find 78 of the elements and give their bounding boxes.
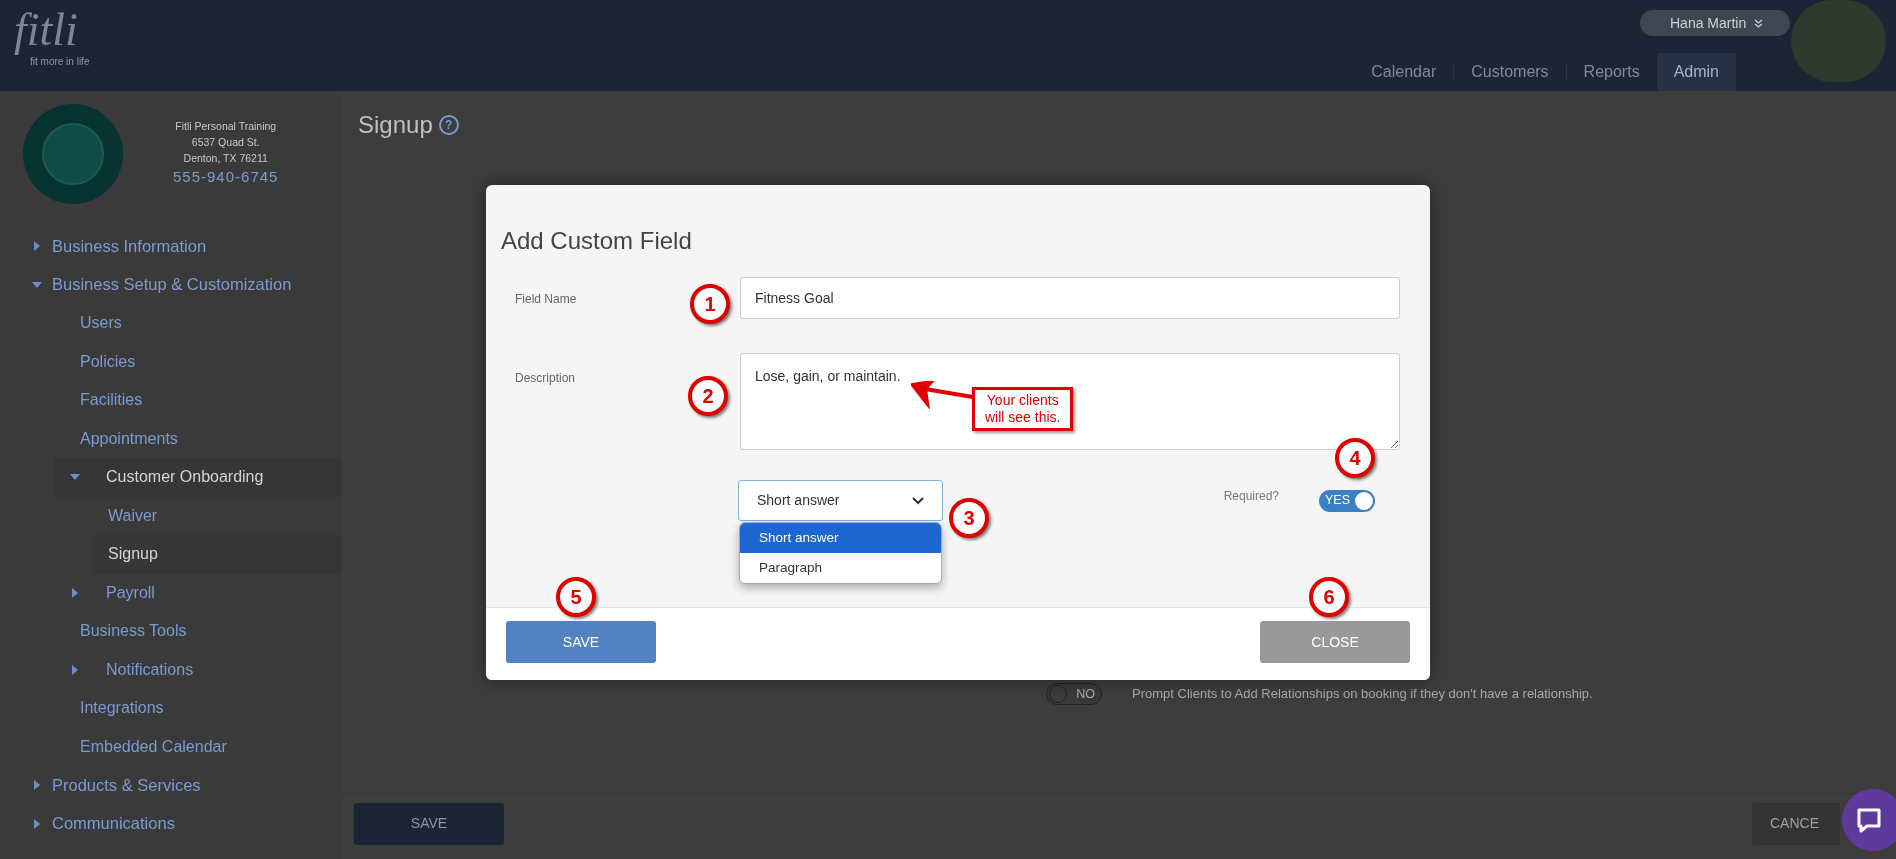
nav-tab[interactable]: Reports: [1566, 53, 1657, 91]
sidebar-item-label: Business Information: [52, 235, 207, 257]
sidebar-item[interactable]: Business Tools: [54, 612, 342, 651]
logo-tagline: fit more in life: [30, 56, 90, 69]
nav-tab[interactable]: Customers: [1454, 53, 1566, 91]
business-street: 6537 Quad St.: [191, 134, 260, 150]
required-label: Required?: [1223, 487, 1279, 505]
caret-right-icon: [32, 818, 42, 829]
sidebar-item[interactable]: Products & Services: [0, 766, 342, 805]
numbered-marker: 3: [949, 498, 989, 538]
sidebar-item-label: Customer Onboarding: [106, 467, 264, 488]
sidebar-item-label: Notifications: [106, 659, 194, 680]
sidebar-item-label: Users: [80, 313, 122, 334]
chevron-down-icon: [1754, 18, 1764, 28]
sidebar-item-label: Appointments: [80, 428, 178, 449]
numbered-marker: 4: [1335, 438, 1375, 478]
chat-icon: [1855, 806, 1883, 834]
sidebar-item-label: Communications: [52, 813, 175, 835]
logo[interactable]: fitli: [14, 4, 90, 56]
dropdown-option[interactable]: Paragraph: [740, 553, 941, 583]
sidebar-item-label: Products & Services: [52, 774, 201, 796]
nav-tab[interactable]: Calendar: [1354, 53, 1454, 91]
relationship-text: Prompt Clients to Add Relationships on booking if they don't have a relationship.: [1132, 685, 1593, 704]
business-name: Fitli Personal Training: [175, 119, 277, 135]
sidebar-item[interactable]: Payroll: [54, 573, 342, 612]
sidebar-item-label: Payroll: [106, 582, 155, 603]
sidebar-item[interactable]: Integrations: [54, 689, 342, 728]
caret-right-icon: [70, 664, 80, 675]
numbered-marker: 2: [688, 376, 728, 416]
sidebar-item[interactable]: Facilities: [54, 381, 342, 420]
numbered-marker: 1: [690, 284, 730, 324]
callout-arrow: [911, 381, 973, 409]
close-button[interactable]: CLOSE: [1260, 621, 1410, 663]
sidebar-item-label: Embedded Calendar: [80, 736, 227, 757]
type-select[interactable]: Short answer: [738, 480, 943, 521]
sidebar-item[interactable]: Customer Onboarding: [54, 458, 342, 497]
sidebar-item[interactable]: Notifications: [54, 650, 342, 689]
sidebar-item-label: Waiver: [108, 505, 158, 526]
caret-right-icon: [32, 780, 42, 791]
chevron-down-icon: [912, 496, 924, 505]
dialog-title: Add Custom Field: [501, 226, 693, 256]
business-city: Denton, TX 76211: [183, 150, 268, 166]
sidebar-item[interactable]: Signup: [92, 535, 342, 574]
nav-tab[interactable]: Admin: [1656, 53, 1736, 91]
sidebar-item[interactable]: Appointments: [54, 419, 342, 458]
sidebar-item[interactable]: Embedded Calendar: [54, 727, 342, 766]
sidebar-item-label: Business Tools: [80, 621, 187, 642]
field-label: Description: [515, 371, 576, 385]
sidebar-item[interactable]: Waiver: [92, 496, 342, 535]
help-icon[interactable]: ?: [438, 115, 459, 135]
sidebar-item[interactable]: Business Setup & Customization: [0, 265, 342, 304]
numbered-marker: 6: [1309, 577, 1349, 617]
business-phone: 555-940-6745: [173, 167, 279, 188]
toggle-switch[interactable]: YES: [1319, 489, 1375, 512]
sidebar-item-label: Signup: [108, 544, 158, 565]
sidebar-item-label: Policies: [80, 351, 136, 372]
sidebar-item[interactable]: Policies: [54, 342, 342, 381]
caret-down-icon: [32, 279, 42, 290]
chat-button[interactable]: [1842, 789, 1896, 851]
field-name-input[interactable]: Fitness Goal: [740, 277, 1400, 319]
save-button[interactable]: SAVE: [506, 621, 656, 663]
sidebar-item[interactable]: Users: [54, 304, 342, 343]
caret-right-icon: [70, 587, 80, 598]
sidebar-item-label: Business Setup & Customization: [52, 274, 292, 296]
caret-right-icon: [32, 241, 42, 252]
sidebar-item[interactable]: Communications: [0, 804, 342, 843]
cancel-button[interactable]: CANCE: [1752, 802, 1840, 845]
sidebar-item-label: Integrations: [80, 698, 164, 719]
sidebar-item-label: Facilities: [80, 390, 143, 411]
sidebar-item[interactable]: Business Information: [0, 227, 342, 266]
callout-note: Your clients will see this.: [972, 387, 1074, 431]
user-menu[interactable]: Hana Martin: [1640, 10, 1790, 36]
numbered-marker: 5: [556, 577, 596, 617]
dropdown-option[interactable]: Short answer: [740, 523, 941, 553]
page-title: Signup: [358, 110, 433, 140]
save-button[interactable]: SAVE: [354, 802, 504, 845]
field-label: Field Name: [515, 292, 577, 306]
toggle-switch[interactable]: NO: [1046, 683, 1102, 705]
